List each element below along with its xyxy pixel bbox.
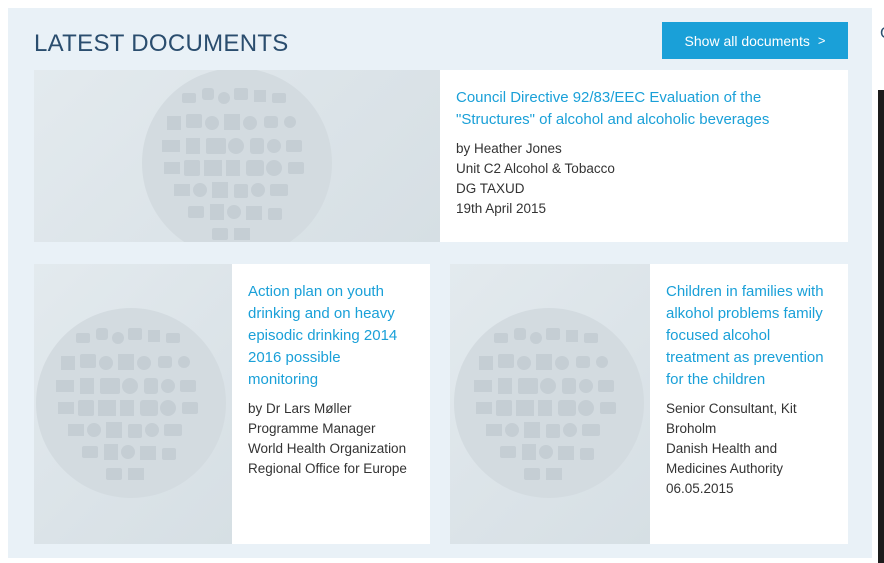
document-thumbnail-2 xyxy=(34,264,232,544)
icon-cloud-illustration xyxy=(142,70,332,242)
show-all-documents-label: Show all documents xyxy=(684,32,810,49)
document-title-link-1[interactable]: Council Directive 92/83/EEC Evaluation o… xyxy=(456,87,832,131)
chevron-right-icon: > xyxy=(817,33,826,48)
document-org-3: Danish Health and Medicines Authority xyxy=(666,441,784,476)
document-author-3: Senior Consultant, Kit Broholm xyxy=(666,401,797,436)
side-panel-edge xyxy=(878,90,884,563)
show-all-documents-button[interactable]: Show all documents > xyxy=(662,22,848,59)
document-info-3: Children in families with alkohol proble… xyxy=(650,264,848,544)
document-author-1: by Heather Jones xyxy=(456,141,562,156)
icon-cloud-illustration xyxy=(454,308,644,498)
document-office-2: Regional Office for Europe xyxy=(248,461,407,476)
document-unit-1: Unit C2 Alcohol & Tobacco xyxy=(456,161,615,176)
latest-documents-panel: LATEST DOCUMENTS Show all documents > Co… xyxy=(8,8,872,558)
document-info-1: Council Directive 92/83/EEC Evaluation o… xyxy=(440,70,848,242)
document-author-2: by Dr Lars Møller xyxy=(248,401,352,416)
document-card-1[interactable]: Council Directive 92/83/EEC Evaluation o… xyxy=(34,70,848,242)
document-org-2: World Health Organization xyxy=(248,441,407,456)
document-thumbnail-1 xyxy=(34,70,440,242)
document-info-2: Action plan on youth drinking and on hea… xyxy=(232,264,430,544)
document-thumbnail-3 xyxy=(450,264,650,544)
document-title-link-2[interactable]: Action plan on youth drinking and on hea… xyxy=(248,281,414,391)
document-org-1: DG TAXUD xyxy=(456,181,525,196)
icon-cloud-illustration xyxy=(36,308,226,498)
section-title: LATEST DOCUMENTS xyxy=(34,30,289,57)
document-date-3: 06.05.2015 xyxy=(666,481,734,496)
document-card-2[interactable]: Action plan on youth drinking and on hea… xyxy=(34,264,430,544)
clipped-side-heading: C xyxy=(880,25,884,43)
document-role-2: Programme Manager xyxy=(248,421,376,436)
document-title-link-3[interactable]: Children in families with alkohol proble… xyxy=(666,281,832,391)
document-date-1: 19th April 2015 xyxy=(456,201,547,216)
document-card-3[interactable]: Children in families with alkohol proble… xyxy=(450,264,848,544)
